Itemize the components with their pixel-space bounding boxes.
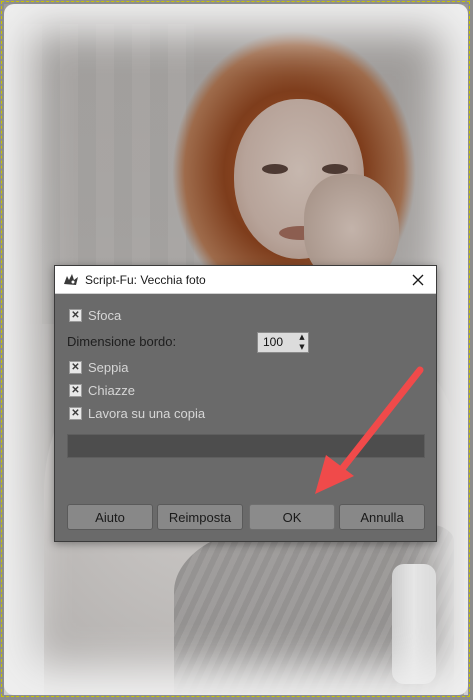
reset-button[interactable]: Reimposta [157,504,243,530]
work-on-copy-checkbox-row[interactable]: ✕ Lavora su una copia [69,406,205,421]
close-icon[interactable] [408,270,428,290]
work-on-copy-label: Lavora su una copia [88,406,206,421]
blur-checkbox[interactable]: ✕ [69,309,82,322]
help-button[interactable]: Aiuto [67,504,153,530]
mottle-checkbox[interactable]: ✕ [69,384,82,397]
mottle-checkbox-row[interactable]: ✕ Chiazze [69,383,135,398]
border-size-label: Dimensione bordo: [67,334,177,349]
work-on-copy-checkbox[interactable]: ✕ [69,407,82,420]
ok-button[interactable]: OK [249,504,335,530]
border-size-spinbox[interactable]: 100 ▲ ▼ [257,332,309,353]
gimp-wilber-icon [63,272,79,288]
progress-bar [67,434,425,458]
dialog-titlebar[interactable]: Script-Fu: Vecchia foto [55,266,436,294]
old-photo-dialog: Script-Fu: Vecchia foto ✕ Sfoca Dimensio… [54,265,437,542]
sepia-label: Seppia [88,360,129,375]
cancel-button[interactable]: Annulla [339,504,425,530]
blur-label: Sfoca [88,308,122,323]
sepia-checkbox-row[interactable]: ✕ Seppia [69,360,128,375]
spin-down-icon[interactable]: ▼ [299,343,304,352]
sepia-checkbox[interactable]: ✕ [69,361,82,374]
mottle-label: Chiazze [88,383,135,398]
spin-up-icon[interactable]: ▲ [299,333,304,342]
dialog-title: Script-Fu: Vecchia foto [85,273,206,287]
blur-checkbox-row[interactable]: ✕ Sfoca [69,308,121,323]
border-size-value[interactable]: 100 [263,335,283,349]
